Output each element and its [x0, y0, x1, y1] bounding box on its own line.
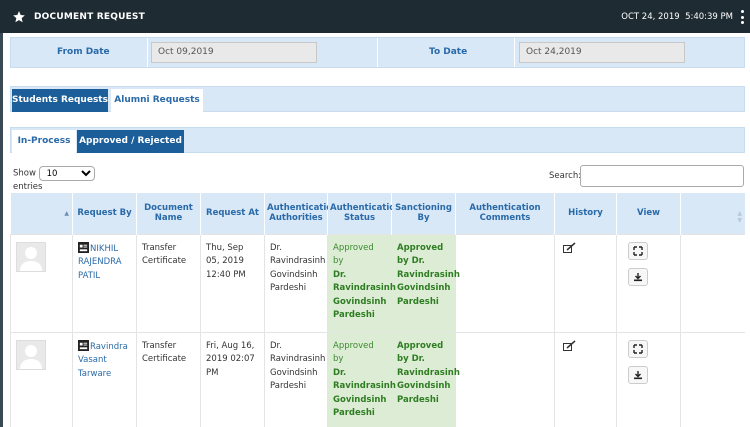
history-icon[interactable] [563, 241, 576, 253]
table-row: NIKHIL RAJENDRA PATIL Transfer Certifica… [10, 233, 745, 333]
col-history[interactable]: History [554, 193, 617, 234]
kebab-menu-icon[interactable] [741, 10, 745, 24]
col-authentication-status[interactable]: Authentication Status [327, 193, 401, 234]
expand-icon [633, 343, 643, 354]
id-card-icon [78, 241, 89, 253]
id-card-icon [78, 339, 89, 351]
col-request-at[interactable]: Request At [200, 193, 265, 234]
request-at: Thu, Sep 05, 2019 12:40 PM [200, 233, 265, 333]
to-date-label: To Date [429, 47, 468, 57]
to-date-input[interactable]: Oct 24,2019 [519, 42, 685, 63]
avatar [16, 241, 46, 272]
tab-approved-rejected[interactable]: Approved / Rejected [77, 130, 184, 153]
download-button[interactable] [628, 365, 648, 384]
show-label: Show [13, 168, 36, 179]
col-view[interactable]: View [616, 193, 681, 234]
page-size-control: Show 10 [13, 166, 95, 181]
col-sanctioning-by[interactable]: Sanctioning By [391, 193, 456, 234]
search-input[interactable] [580, 165, 744, 187]
authentication-authority: Dr. Ravindrasinh Govindsinh Pardeshi [264, 233, 328, 333]
download-icon [634, 272, 642, 281]
document-name: Transfer Certificate [136, 233, 201, 333]
col-authentication-comments[interactable]: Authentication Comments [455, 193, 555, 234]
history-icon[interactable] [563, 339, 576, 351]
col-authentication-authorities[interactable]: Authentication Authorities [264, 193, 338, 234]
requests-table: ▲ Request By Document Name Request At Au… [10, 193, 745, 427]
tab-in-process[interactable]: In-Process [12, 130, 76, 153]
sanctioning-by: Approved by Dr. Ravindrasinh Govindsinh … [391, 331, 460, 427]
star-icon [13, 10, 25, 22]
tab-students-requests[interactable]: Students Requests [12, 89, 108, 112]
search-label: Search: [549, 171, 582, 181]
status-tabs: In-Process Approved / Rejected [10, 127, 745, 153]
page-size-select[interactable]: 10 [38, 166, 95, 181]
authentication-comments [455, 331, 555, 427]
authentication-status: Approved by Dr. Ravindrasinh Govindsinh P… [327, 331, 396, 427]
avatar [16, 339, 46, 370]
authentication-comments [455, 233, 555, 333]
col-request-by[interactable]: Request By [72, 193, 137, 234]
title-bar: DOCUMENT REQUEST OCT 24, 2019 5:40:39 PM [0, 0, 750, 33]
entries-label: entries [13, 182, 43, 192]
request-at: Fri, Aug 16, 2019 02:07 PM [200, 331, 265, 427]
expand-button[interactable] [628, 241, 648, 260]
col-avatar[interactable]: ▲ [10, 193, 73, 234]
from-date-input[interactable]: Oct 09,2019 [151, 42, 317, 63]
col-document-name[interactable]: Document Name [136, 193, 201, 234]
datetime: OCT 24, 2019 5:40:39 PM [621, 11, 733, 22]
sanctioning-by: Approved by Dr. Ravindrasinh Govindsinh … [391, 233, 460, 333]
request-type-tabs: Students Requests Alumni Requests [10, 86, 745, 112]
download-icon [634, 370, 642, 379]
left-edge [0, 33, 3, 427]
authentication-status: Approved by Dr. Ravindrasinh Govindsinh P… [327, 233, 396, 333]
table-row: Ravindra Vasant Tarware Transfer Certifi… [10, 331, 745, 427]
download-button[interactable] [628, 267, 648, 286]
date-filter-row: From Date Oct 09,2019 To Date Oct 24,201… [10, 37, 745, 68]
document-name: Transfer Certificate [136, 331, 201, 427]
page-title: DOCUMENT REQUEST [34, 11, 145, 22]
expand-icon [633, 245, 643, 256]
authentication-authority: Dr. Ravindrasinh Govindsinh Pardeshi [264, 331, 328, 427]
from-date-label: From Date [57, 47, 110, 57]
col-extra[interactable]: ▲ ▼ [680, 193, 745, 234]
tab-alumni-requests[interactable]: Alumni Requests [111, 89, 203, 112]
expand-button[interactable] [628, 339, 648, 358]
table-header-row: ▲ Request By Document Name Request At Au… [10, 193, 745, 234]
